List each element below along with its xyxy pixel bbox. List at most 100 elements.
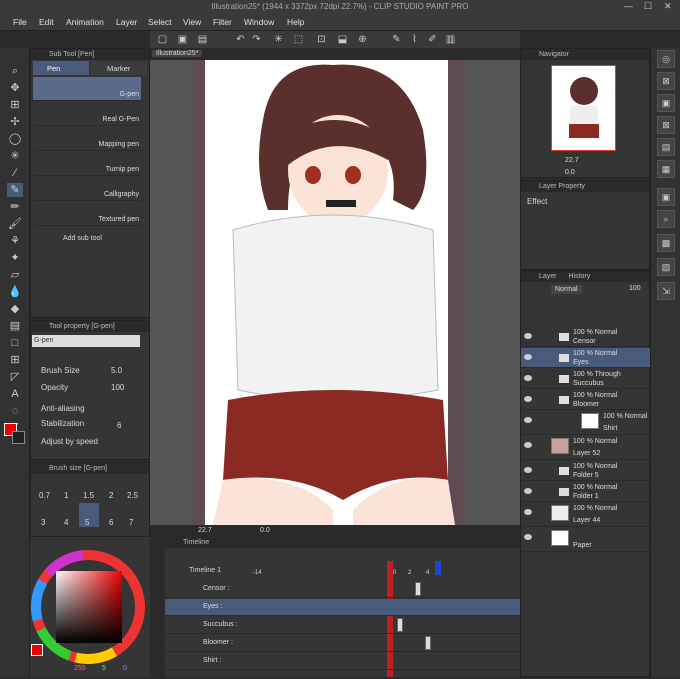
eye-icon[interactable] <box>524 333 532 339</box>
size-2-5[interactable]: 2.5 <box>127 491 138 500</box>
opacity-value[interactable]: 100 <box>111 383 124 392</box>
operation-tool-icon[interactable]: ⊞ <box>7 98 23 112</box>
eye-icon[interactable] <box>524 488 532 494</box>
frame-cell[interactable] <box>415 582 421 596</box>
crop-icon[interactable]: ⬓ <box>336 33 349 46</box>
menu-help[interactable]: Help <box>287 17 304 27</box>
layer-row[interactable]: 100 % Normal Censor <box>521 327 651 347</box>
redo-icon[interactable]: ↷ <box>250 33 263 46</box>
layer-icon[interactable]: ▤ <box>657 138 675 156</box>
size-0-7[interactable]: 0.7 <box>39 491 50 500</box>
layer-row[interactable]: 100 % Normal Layer 44 <box>521 503 651 527</box>
gradient-icon[interactable]: ▤ <box>7 319 23 333</box>
layer-row[interactable]: 100 % Normal Shirt <box>521 411 651 435</box>
close-icon[interactable]: ✕ <box>664 1 672 12</box>
layer-row[interactable]: 100 % Normal Bloomer <box>521 390 651 410</box>
airbrush-icon[interactable]: ⚘ <box>7 234 23 248</box>
move-tool-icon[interactable]: ✥ <box>7 81 23 95</box>
eye-icon[interactable] <box>524 509 532 515</box>
main-color[interactable] <box>31 644 43 656</box>
fill-icon[interactable]: ⬚ <box>292 33 305 46</box>
sub-color-swatch[interactable] <box>12 431 25 444</box>
tab-layer[interactable]: Layer <box>539 273 557 280</box>
navigator-angle[interactable]: 0.0 <box>565 169 575 176</box>
brush-mapping-pen[interactable]: Mapping pen <box>33 127 141 151</box>
menu-filter[interactable]: Filter <box>213 17 232 27</box>
save-icon[interactable]: ▤ <box>196 33 209 46</box>
eye-icon[interactable] <box>524 534 532 540</box>
brush-textured-pen[interactable]: Textured pen <box>33 202 141 226</box>
brush-calligraphy[interactable]: Calligraphy <box>33 177 141 201</box>
size-2[interactable]: 2 <box>109 491 113 500</box>
eraser-icon[interactable]: ▱ <box>7 268 23 282</box>
search-icon[interactable]: ⌕ <box>657 210 675 228</box>
stabilization-value[interactable]: 6 <box>117 421 121 430</box>
layer-row[interactable]: 100 % Normal Folder 1 <box>521 482 651 502</box>
layer-opacity[interactable]: 100 <box>629 285 641 292</box>
timeline-row[interactable]: Shirt : <box>165 653 520 670</box>
color-wheel[interactable] <box>30 537 150 677</box>
blend-icon[interactable]: 💧 <box>7 285 23 299</box>
brush-g-pen[interactable]: G-pen <box>33 77 141 101</box>
maximize-icon[interactable]: ☐ <box>644 1 652 12</box>
ruler-icon[interactable]: ⌇ <box>408 33 421 46</box>
canvas-document[interactable] <box>193 60 465 525</box>
size-7[interactable]: 7 <box>129 518 133 527</box>
photo-icon[interactable]: ▨ <box>657 258 675 276</box>
layer-row[interactable]: 100 % Normal Folder 5 <box>521 461 651 481</box>
history-icon[interactable]: ▦ <box>657 160 675 178</box>
timeline-row[interactable]: Eyes : <box>165 599 520 616</box>
frame-icon[interactable]: ⊞ <box>7 353 23 367</box>
magic-wand-icon[interactable]: ✳ <box>7 149 23 163</box>
pen-icon[interactable]: ✎ <box>390 33 403 46</box>
image-icon[interactable]: ▩ <box>657 234 675 252</box>
panel-icon[interactable]: ⊠ <box>657 72 675 90</box>
size-1-5[interactable]: 1.5 <box>83 491 94 500</box>
brush-size-value[interactable]: 5.0 <box>111 366 122 375</box>
zoom-icon[interactable]: ⊕ <box>356 33 369 46</box>
size-6[interactable]: 6 <box>109 518 113 527</box>
eye-icon[interactable] <box>524 396 532 402</box>
brush-icon[interactable]: ✐ <box>426 33 439 46</box>
pencil-icon[interactable]: ✏ <box>7 200 23 214</box>
frame-cell[interactable] <box>425 636 431 650</box>
navigator-thumbnail[interactable] <box>551 65 616 151</box>
eye-icon[interactable] <box>524 375 532 381</box>
move-layer-icon[interactable]: ✢ <box>7 115 23 129</box>
material-icon[interactable]: ▣ <box>657 94 675 112</box>
export-icon[interactable]: ⇲ <box>657 282 675 300</box>
balloon-icon[interactable]: ◌ <box>7 404 23 418</box>
menu-layer[interactable]: Layer <box>116 17 137 27</box>
select-all-icon[interactable]: ✳ <box>272 33 285 46</box>
tab-marker[interactable]: Marker <box>91 61 147 75</box>
size-1[interactable]: 1 <box>64 491 68 500</box>
blend-mode-select[interactable]: Normal <box>551 285 582 294</box>
fill-tool-icon[interactable]: ◆ <box>7 302 23 316</box>
brush-turnip-pen[interactable]: Turnip pen <box>33 152 141 176</box>
menu-select[interactable]: Select <box>148 17 172 27</box>
navigator-icon[interactable]: ◎ <box>657 50 675 68</box>
pen-tool-icon[interactable]: ✎ <box>7 183 23 197</box>
layer-row[interactable]: Paper <box>521 528 651 552</box>
eye-icon[interactable] <box>524 467 532 473</box>
transform-icon[interactable]: ⊡ <box>315 33 328 46</box>
eyedropper-icon[interactable]: ⁄ <box>7 166 23 180</box>
timeline-row[interactable]: Succubus : <box>165 617 520 634</box>
undo-icon[interactable]: ↶ <box>234 33 247 46</box>
eye-icon[interactable] <box>524 417 532 423</box>
figure-icon[interactable]: □ <box>7 336 23 350</box>
canvas-angle[interactable]: 0.0 <box>260 527 270 534</box>
timeline-row[interactable]: Bloomer : <box>165 635 520 652</box>
menu-window[interactable]: Window <box>244 17 274 27</box>
frame-cell[interactable] <box>397 618 403 632</box>
material2-icon[interactable]: ▣ <box>657 188 675 206</box>
add-subtool-button[interactable]: Add sub tool <box>63 235 102 242</box>
eye-icon[interactable] <box>524 442 532 448</box>
canvas-zoom[interactable]: 22.7 <box>198 527 212 534</box>
zoom-tool-icon[interactable]: ⌕ <box>7 64 23 78</box>
layer-row[interactable]: 100 % Through Succubus <box>521 369 651 389</box>
decoration-icon[interactable]: ✦ <box>7 251 23 265</box>
minimize-icon[interactable]: — <box>624 1 633 11</box>
new-icon[interactable]: ▢ <box>156 33 169 46</box>
menu-file[interactable]: File <box>13 17 27 27</box>
